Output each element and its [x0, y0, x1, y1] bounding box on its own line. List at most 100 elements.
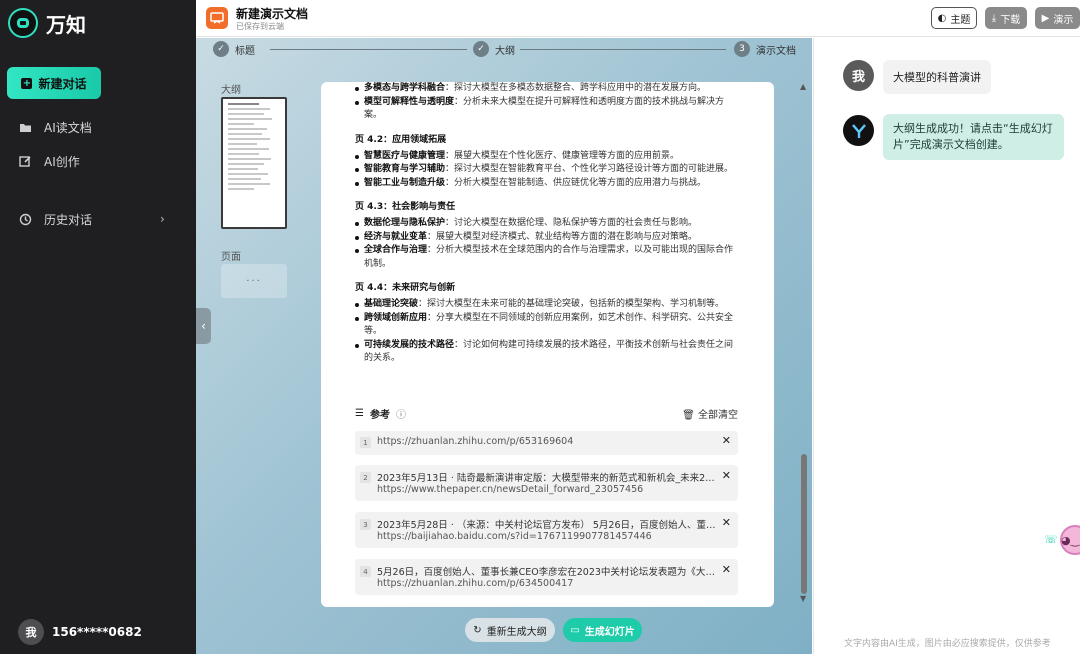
slides-icon: ▭	[570, 624, 580, 636]
outline-thumbnail[interactable]	[221, 97, 287, 229]
disclaimer: 文字内容由AI生成，图片由必应搜索提供，仅供参考	[844, 639, 1051, 649]
outline-content: 多模态与跨学科融合：探讨大模型在多模态数据整合、跨学科应用中的潜在发展方向。 模…	[355, 82, 740, 366]
outline-bullet: 可持续发展的技术路径：讨论如何构建可持续发展的技术路径，平衡技术创新与社会责任之…	[355, 339, 740, 366]
support-icon[interactable]: ☏	[1044, 533, 1058, 547]
download-label: 下载	[1000, 14, 1021, 26]
outline-label: 大纲	[221, 85, 241, 96]
regenerate-label: 重新生成大纲	[486, 626, 547, 638]
folder-icon	[18, 121, 32, 134]
outline-bullet: 数据伦理与隐私保护：讨论大模型在数据伦理、隐私保护等方面的社会责任与影响。	[355, 217, 740, 231]
outline-bullet: 智能工业与制造升级：分析大模型在智能制造、供应链优化等方面的应用潜力与挑战。	[355, 177, 740, 191]
outline-bullet: 全球合作与治理：分析大模型技术在全球范围内的合作与治理需求，以及可能出现的国际合…	[355, 244, 740, 271]
theme-label: 主题	[950, 14, 971, 26]
step-connector	[270, 49, 467, 50]
page-label: 页面	[221, 252, 241, 263]
references-header: ☰ 参考 ⓘ 🗑 全部清空	[355, 406, 738, 421]
scroll-down-icon[interactable]: ▼	[800, 594, 806, 603]
step-number: 3	[734, 41, 750, 57]
brand-name: 万知	[46, 12, 86, 37]
step-label: 大纲	[495, 45, 515, 57]
collapse-panel-button[interactable]: ‹	[196, 308, 211, 344]
chat-panel: 我 大模型的科普演讲 大纲生成成功！请点击“生成幻灯片”完成演示文档创建。 ☏ …	[813, 38, 1080, 654]
reference-number: 2	[360, 472, 371, 483]
reference-number: 1	[360, 437, 371, 448]
reference-title: 2023年5月28日 · （来源：中关村论坛官方发布） 5月26日，百度创始人、…	[377, 520, 717, 531]
generate-slides-button[interactable]: ▭ 生成幻灯片	[563, 618, 642, 642]
info-icon[interactable]: ⓘ	[396, 406, 406, 421]
sidebar-item-label: 历史对话	[44, 213, 93, 227]
reference-item[interactable]: 4 5月26日，百度创始人、董事长兼CEO李彦宏在2023中关村论坛发表题为《大…	[355, 559, 738, 595]
download-button[interactable]: ⤓ 下载	[985, 7, 1027, 29]
reference-url[interactable]: https://zhuanlan.zhihu.com/p/653169604	[377, 436, 573, 447]
history-icon	[18, 213, 32, 226]
clear-all-button[interactable]: 🗑 全部清空	[682, 406, 738, 421]
outline-card: 多模态与跨学科融合：探讨大模型在多模态数据整合、跨学科应用中的潜在发展方向。 模…	[321, 82, 774, 607]
top-bar: 新建演示文档 已保存到云端 ◐ 主题 ⤓ 下载 ▶ 演示	[196, 0, 1080, 37]
scrollbar[interactable]: ▲ ▼	[799, 82, 810, 607]
user-avatar: 我	[843, 60, 874, 91]
references-label: 参考	[369, 410, 390, 421]
user-account[interactable]: 我 156*****0682	[18, 619, 142, 645]
floating-helpers: ☏ ◕‿◕	[1044, 525, 1080, 555]
remove-reference-button[interactable]: ✕	[722, 563, 731, 576]
regenerate-outline-button[interactable]: ↻ 重新生成大纲	[465, 618, 555, 642]
outline-bullet: 经济与就业变革：展望大模型对经济模式、就业结构等方面的潜在影响与应对策略。	[355, 231, 740, 245]
outline-bullet: 跨领域创新应用：分享大模型在不同领域的创新应用案例，如艺术创作、科学研究、公共安…	[355, 312, 740, 339]
palette-icon: ◐	[937, 12, 947, 24]
theme-button[interactable]: ◐ 主题	[931, 7, 977, 29]
chevron-right-icon[interactable]: ›	[160, 212, 165, 226]
outline-bullet: 模型可解释性与透明度：分析未来大模型在提升可解释性和透明度方面的技术挑战与解决方…	[355, 96, 740, 123]
reference-title: 2023年5月13日 · 陆奇最新演讲审定版：大模型带来的新范式和新机会_未来2…	[377, 473, 717, 484]
reference-title: 5月26日，百度创始人、董事长兼CEO李彦宏在2023中关村论坛发表题为《大模.…	[377, 567, 717, 578]
section-heading: 页 4.2：应用领域拓展	[355, 134, 447, 145]
step-label: 标题	[235, 45, 255, 57]
reference-url[interactable]: https://zhuanlan.zhihu.com/p/634500417	[377, 578, 573, 589]
reference-item[interactable]: 3 2023年5月28日 · （来源：中关村论坛官方发布） 5月26日，百度创始…	[355, 512, 738, 548]
remove-reference-button[interactable]: ✕	[722, 516, 731, 529]
step-title[interactable]: ✓ 标题	[213, 41, 255, 57]
new-chat-label: 新建对话	[38, 76, 87, 91]
progress-steps: ✓ 标题 ✓ 大纲 3 演示文档	[196, 38, 812, 62]
save-status: 已保存到云端	[236, 22, 284, 31]
user-message: 大模型的科普演讲	[883, 60, 991, 94]
avatar: 我	[18, 619, 44, 645]
reference-url[interactable]: https://www.thepaper.cn/newsDetail_forwa…	[377, 484, 643, 495]
new-chat-button[interactable]: + 新建对话	[7, 67, 101, 99]
outline-bullet: 基础理论突破：探讨大模型在未来可能的基础理论突破，包括新的模型架构、学习机制等。	[355, 298, 740, 312]
sidebar-item-read-doc[interactable]: AI读文档	[18, 119, 92, 136]
reference-item[interactable]: 2 2023年5月13日 · 陆奇最新演讲审定版：大模型带来的新范式和新机会_未…	[355, 465, 738, 501]
assistant-message: 大纲生成成功！请点击“生成幻灯片”完成演示文档创建。	[883, 114, 1064, 160]
step-presentation[interactable]: 3 演示文档	[734, 41, 796, 57]
outline-bullet: 多模态与跨学科融合：探讨大模型在多模态数据整合、跨学科应用中的潜在发展方向。	[355, 82, 740, 96]
sidebar-item-history[interactable]: 历史对话	[18, 211, 92, 228]
document-title[interactable]: 新建演示文档	[236, 5, 308, 22]
page-thumbnail-placeholder[interactable]: ···	[221, 264, 287, 298]
generate-label: 生成幻灯片	[584, 626, 635, 638]
reference-item[interactable]: 1 https://zhuanlan.zhihu.com/p/653169604…	[355, 431, 738, 455]
section-heading: 页 4.4：未来研究与创新	[355, 283, 456, 293]
sidebar-item-label: AI创作	[44, 155, 80, 169]
clear-all-label: 全部清空	[698, 410, 738, 421]
reference-number: 4	[360, 566, 371, 577]
edit-icon	[18, 155, 32, 168]
step-label: 演示文档	[756, 45, 796, 57]
present-button[interactable]: ▶ 演示	[1035, 7, 1080, 29]
assistant-avatar-icon	[843, 115, 874, 146]
reference-url[interactable]: https://baijiahao.baidu.com/s?id=1767119…	[377, 531, 652, 542]
assistant-mascot-icon[interactable]: ◕‿◕	[1060, 525, 1080, 555]
section-heading: 页 4.3：社会影响与责任	[355, 202, 456, 212]
sidebar-item-label: AI读文档	[44, 121, 92, 135]
user-phone: 156*****0682	[52, 625, 142, 639]
reference-number: 3	[360, 519, 371, 530]
step-outline[interactable]: ✓ 大纲	[473, 41, 515, 57]
list-icon: ☰	[355, 408, 364, 419]
scroll-up-icon[interactable]: ▲	[800, 82, 806, 91]
remove-reference-button[interactable]: ✕	[722, 469, 731, 482]
present-label: 演示	[1053, 14, 1074, 26]
step-connector	[520, 49, 726, 50]
brand[interactable]: 万知	[8, 8, 86, 38]
remove-reference-button[interactable]: ✕	[722, 434, 731, 447]
scrollbar-thumb[interactable]	[801, 454, 807, 594]
sidebar: 万知 + 新建对话 AI读文档 AI创作 历史对话 › 我 156*****06…	[0, 0, 196, 654]
sidebar-item-create[interactable]: AI创作	[18, 153, 80, 170]
